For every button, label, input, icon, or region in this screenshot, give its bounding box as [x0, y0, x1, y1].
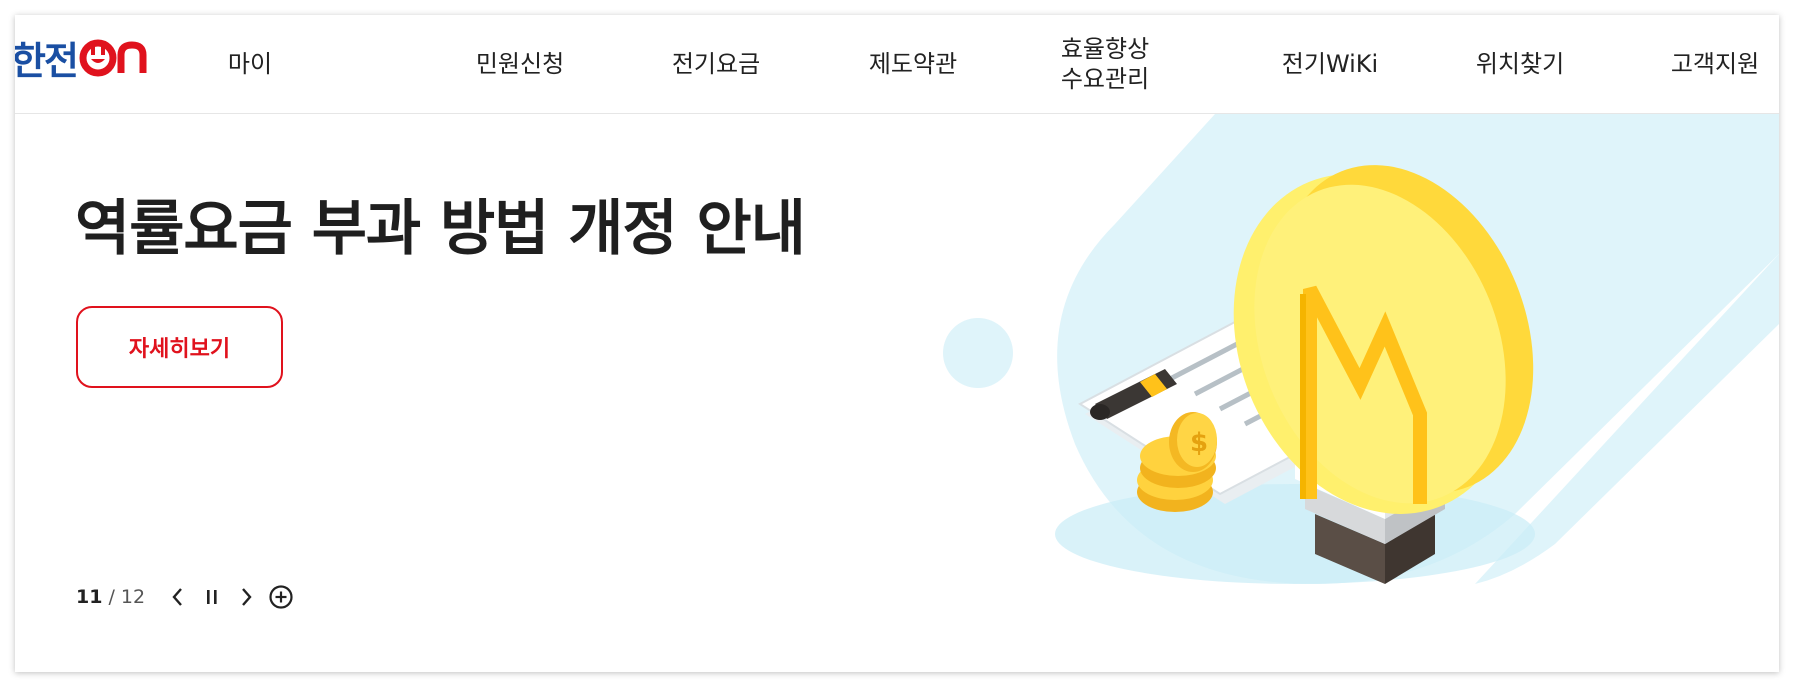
slide-current: 11 [76, 586, 103, 608]
plus-circle-icon [269, 585, 293, 609]
nav-civil-petition-label: 민원신청 [475, 50, 565, 78]
page-frame: 한전 마이 민원신청 전기요금 제도약관 효율향상 수요관리 전기WiKi 위치… [15, 15, 1779, 672]
next-arrow-icon [242, 588, 252, 606]
nav-electricity-rates-label: 전기요금 [671, 50, 761, 78]
nav-terms[interactable]: 제도약관 [848, 15, 978, 113]
expand-slides-button[interactable] [266, 582, 296, 612]
kepco-on-logo[interactable]: 한전 [15, 34, 149, 83]
nav-electric-wiki-label: 전기WiKi [1281, 50, 1379, 78]
slide-counter: 11 / 12 [76, 582, 145, 612]
pause-slide-button[interactable] [197, 582, 227, 612]
main-banner: 역률요금 부과 방법 개정 안내 자세히보기 11 / 12 $ [15, 114, 1779, 672]
svg-text:$: $ [1190, 428, 1208, 458]
pause-icon [207, 590, 217, 604]
nav-efficiency-line1: 효율향상 [1060, 35, 1150, 63]
nav-my-label: 마이 [227, 50, 273, 78]
nav-customer-support[interactable]: 고객지원 [1650, 15, 1779, 113]
slide-total: 12 [120, 586, 146, 608]
banner-headline: 역률요금 부과 방법 개정 안내 [75, 194, 806, 264]
slide-separator: / [108, 586, 115, 608]
site-header: 한전 마이 민원신청 전기요금 제도약관 효율향상 수요관리 전기WiKi 위치… [15, 15, 1779, 114]
prev-slide-button[interactable] [163, 582, 193, 612]
logo-on-mark [79, 37, 149, 77]
power-plug-icon [79, 39, 147, 77]
floating-dot-icon [943, 318, 1013, 388]
nav-my[interactable]: 마이 [195, 15, 305, 113]
lightbulb-illustration: $ [943, 114, 1779, 584]
logo-text: 한전 [15, 38, 79, 83]
nav-efficiency-demand[interactable]: 효율향상 수요관리 [1040, 15, 1170, 113]
nav-find-location-label: 위치찾기 [1475, 50, 1565, 78]
nav-find-location[interactable]: 위치찾기 [1455, 15, 1585, 113]
nav-efficiency-line2: 수요관리 [1060, 65, 1150, 93]
prev-arrow-icon [172, 588, 182, 606]
nav-terms-label: 제도약관 [868, 50, 958, 78]
next-slide-button[interactable] [231, 582, 261, 612]
view-details-button[interactable]: 자세히보기 [76, 306, 283, 388]
nav-civil-petition[interactable]: 민원신청 [455, 15, 585, 113]
nav-customer-support-label: 고객지원 [1670, 50, 1760, 78]
nav-electricity-rates[interactable]: 전기요금 [651, 15, 781, 113]
nav-electric-wiki[interactable]: 전기WiKi [1265, 15, 1395, 113]
